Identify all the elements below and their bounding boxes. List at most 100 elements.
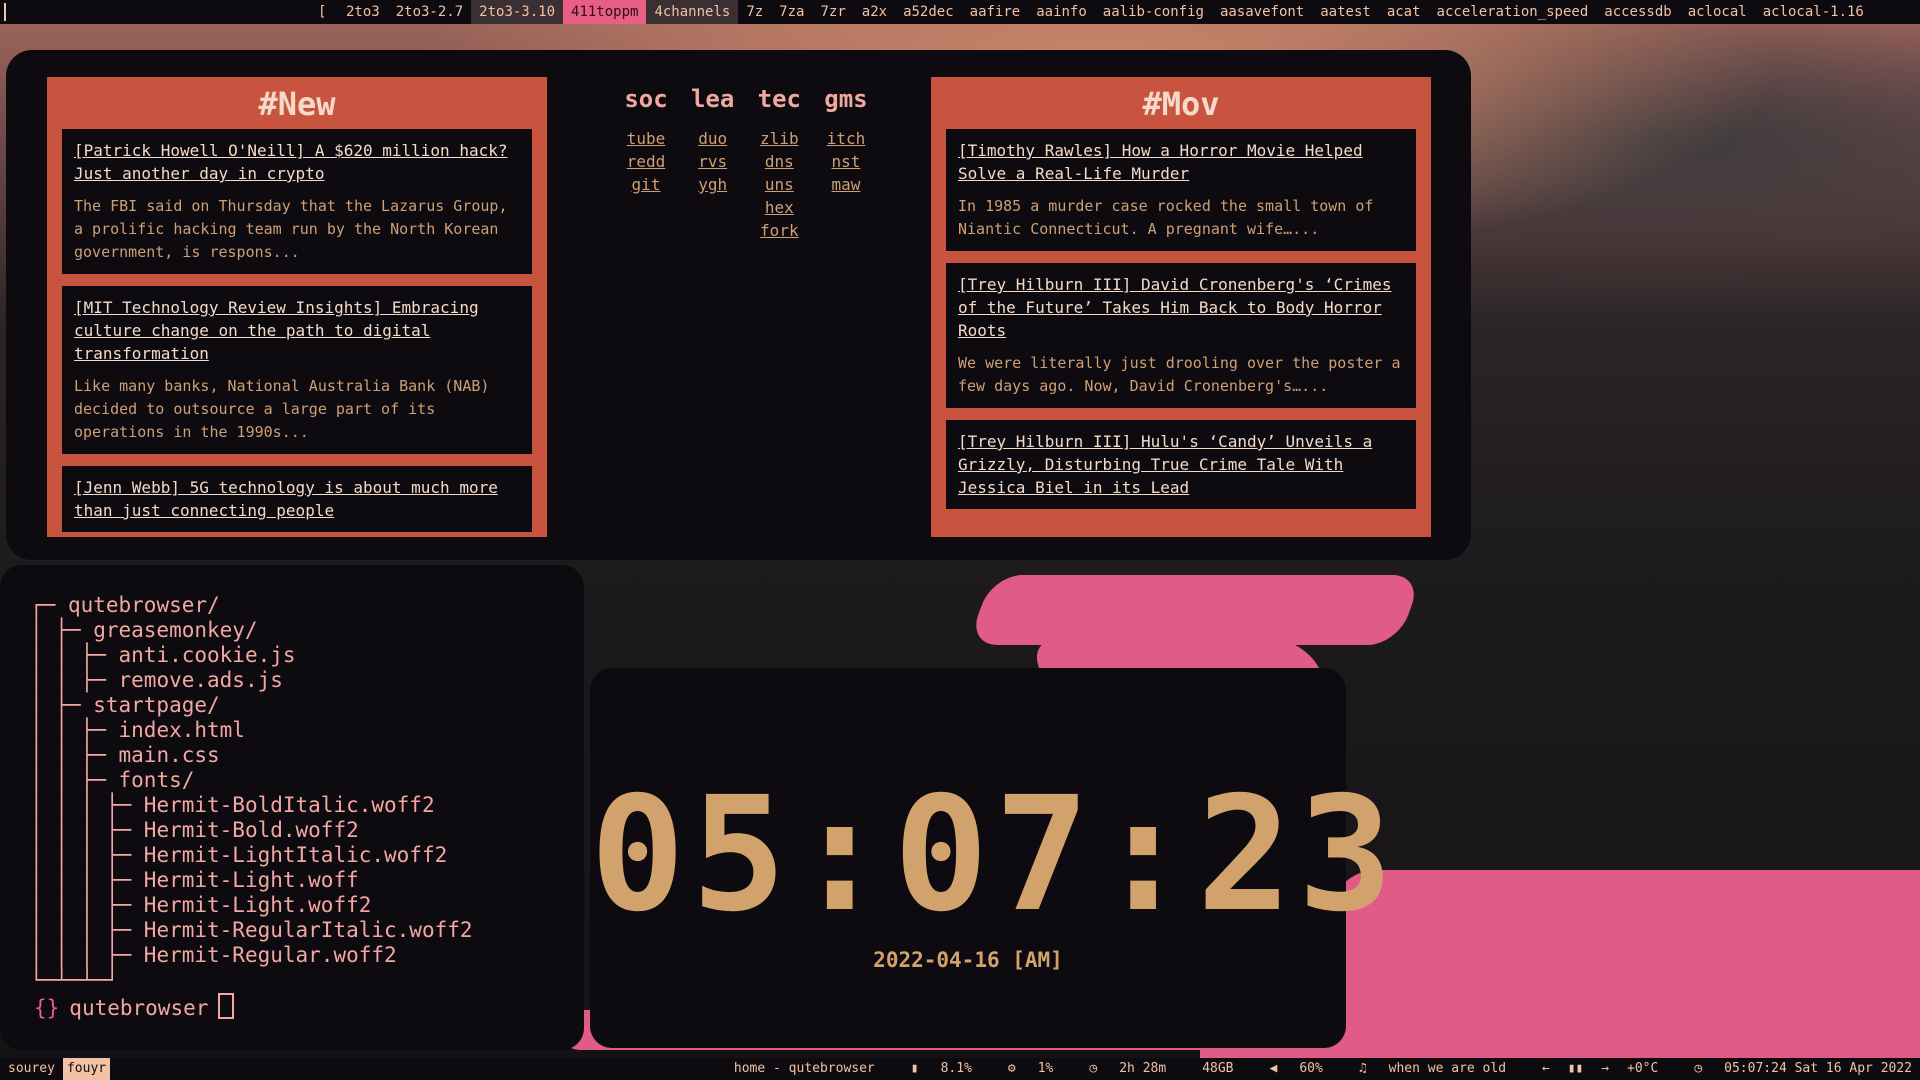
tree-entry: │ │ ├─ main.css	[30, 743, 473, 768]
wallpaper-river	[967, 575, 1423, 645]
link-itch[interactable]: itch	[827, 127, 866, 150]
tag-aatest[interactable]: aatest	[1312, 0, 1379, 24]
next-icon[interactable]: →	[1601, 1061, 1609, 1076]
link-zlib[interactable]: zlib	[760, 127, 799, 150]
tag-a52dec[interactable]: a52dec	[895, 0, 962, 24]
tree-branch: │ │ ├─	[30, 643, 119, 667]
tree-entry: │ │ ├─ remove.ads.js	[30, 668, 473, 693]
tag-aclocal-1.16[interactable]: aclocal-1.16	[1755, 0, 1872, 24]
news-card: [MIT Technology Review Insights] Embraci…	[62, 286, 532, 454]
memory-module[interactable]: ⚙ 1%	[990, 1058, 1053, 1080]
column-title: #New	[258, 85, 336, 123]
tree-entry: │ ├─ greasemonkey/	[30, 618, 473, 643]
tag-accessdb[interactable]: accessdb	[1596, 0, 1679, 24]
link-group-heading: soc	[624, 85, 668, 113]
music-module[interactable]: ♫ when we are old	[1341, 1058, 1506, 1080]
tag-acat[interactable]: acat	[1379, 0, 1429, 24]
news-card-description: In 1985 a murder case rocked the small t…	[958, 197, 1374, 238]
tree-entry: │ │ ├─ index.html	[30, 718, 473, 743]
window-title: home - qutebrowser	[733, 1061, 875, 1076]
cpu-module[interactable]: ▮ 8.1%	[893, 1058, 972, 1080]
news-column-new: #New [Patrick Howell O'Neill] A $620 mil…	[47, 77, 547, 537]
terminal-window[interactable]: ┌─ qutebrowser/│ ├─ greasemonkey/│ │ ├─ …	[0, 565, 584, 1050]
tag-aainfo[interactable]: aainfo	[1028, 0, 1095, 24]
link-ygh[interactable]: ygh	[698, 173, 727, 196]
news-card: [Trey Hilburn III] David Cronenberg's ‘C…	[946, 263, 1416, 408]
column-title: #Mov	[1142, 85, 1220, 123]
memory-value: 1%	[1037, 1061, 1054, 1076]
link-git[interactable]: git	[632, 173, 661, 196]
link-uns[interactable]: uns	[765, 173, 794, 196]
link-hex[interactable]: hex	[765, 196, 794, 219]
uptime-value: 2h 28m	[1119, 1061, 1167, 1076]
link-rvs[interactable]: rvs	[698, 150, 727, 173]
tree-entry-name: fonts/	[118, 768, 195, 792]
volume-value: 60%	[1299, 1061, 1323, 1076]
volume-module[interactable]: ◀ 60%	[1252, 1058, 1323, 1080]
link-dns[interactable]: dns	[765, 150, 794, 173]
news-column-mov: #Mov [Timothy Rawles] How a Horror Movie…	[931, 77, 1431, 537]
link-maw[interactable]: maw	[832, 173, 861, 196]
disk-module[interactable]: 48GB	[1184, 1058, 1233, 1080]
clock-time: 05:07:23	[590, 763, 1399, 947]
tag-bracket: [	[318, 4, 327, 20]
status-modules: home - qutebrowser ▮ 8.1% ⚙ 1% ◷ 2h 28m 48G…	[716, 1058, 1912, 1080]
uptime-module[interactable]: ◷ 2h 28m	[1071, 1058, 1166, 1080]
clock-icon: ◷	[1089, 1061, 1098, 1076]
link-group-gms: gms itch nst maw	[816, 85, 876, 242]
tag-aclocal[interactable]: aclocal	[1680, 0, 1755, 24]
tag-7za[interactable]: 7za	[771, 0, 812, 24]
news-card-description: The FBI said on Thursday that the Lazaru…	[74, 197, 508, 261]
shell-prompt[interactable]: {} qutebrowser	[34, 993, 235, 1020]
news-card-title-link[interactable]: [Trey Hilburn III] Hulu's ‘Candy’ Unveil…	[958, 430, 1404, 499]
tree-entry: └─┴─┴─┘	[30, 968, 473, 993]
date-module[interactable]: ◷ 05:07:24 Sat 16 Apr 2022	[1676, 1058, 1912, 1080]
link-fork[interactable]: fork	[760, 219, 799, 242]
tree-branch: │ │ │ ├─	[30, 793, 144, 817]
tag-411toppm[interactable]: 411toppm	[563, 0, 647, 24]
news-card: [Timothy Rawles] How a Horror Movie Help…	[946, 129, 1416, 251]
prompt-brace: {}	[34, 996, 60, 1020]
tree-entry-name: Hermit-Light.woff	[143, 868, 359, 892]
link-duo[interactable]: duo	[698, 127, 727, 150]
tree-branch: │ │ │ ├─	[30, 918, 144, 942]
news-card-title-link[interactable]: [Timothy Rawles] How a Horror Movie Help…	[958, 139, 1404, 185]
workspace-list: sourey fouyr	[4, 1058, 111, 1080]
tree-entry: │ │ │ ├─ Hermit-Regular.woff2	[30, 943, 473, 968]
tree-branch: ┌─	[30, 593, 68, 617]
bottom-bar: sourey fouyr home - qutebrowser ▮ 8.1% ⚙ 1%…	[0, 1058, 1920, 1080]
tag-a2x[interactable]: a2x	[854, 0, 895, 24]
tag-7z[interactable]: 7z	[738, 0, 771, 24]
tree-branch: │ │ ├─	[30, 743, 119, 767]
tree-branch: └─┴─┴─┘	[30, 968, 119, 992]
link-tube[interactable]: tube	[627, 127, 666, 150]
tag-acceleration_speed[interactable]: acceleration_speed	[1429, 0, 1597, 24]
tree-branch: │ │ ├─	[30, 768, 119, 792]
workspace-fouyr[interactable]: fouyr	[62, 1058, 111, 1080]
tree-entry-name: remove.ads.js	[118, 668, 283, 692]
quick-links: soc tube redd git lea duo rvs ygh tec zlib dns uns h…	[616, 85, 876, 242]
tag-2to3-3.10[interactable]: 2to3-3.10	[471, 0, 564, 24]
link-redd[interactable]: redd	[627, 150, 666, 173]
tag-4channels[interactable]: 4channels	[646, 0, 739, 24]
tag-7zr[interactable]: 7zr	[812, 0, 853, 24]
tag-aalib-config[interactable]: aalib-config	[1095, 0, 1212, 24]
link-nst[interactable]: nst	[832, 150, 861, 173]
news-card-title-link[interactable]: [Jenn Webb] 5G technology is about much …	[74, 476, 520, 522]
tag-2to3[interactable]: 2to3	[338, 0, 388, 24]
date-value: 05:07:24 Sat 16 Apr 2022	[1724, 1061, 1912, 1076]
workspace-sourey[interactable]: sourey	[4, 1058, 59, 1080]
tree-branch: │ │ │ ├─	[30, 843, 144, 867]
news-card-title-link[interactable]: [Trey Hilburn III] David Cronenberg's ‘C…	[958, 273, 1404, 342]
pause-icon[interactable]: ▮▮	[1568, 1061, 1584, 1076]
cpu-value: 8.1%	[940, 1061, 972, 1076]
news-card-title-link[interactable]: [Patrick Howell O'Neill] A $620 million …	[74, 139, 520, 185]
tag-aafire[interactable]: aafire	[962, 0, 1029, 24]
tree-entry: │ ├─ startpage/	[30, 693, 473, 718]
previous-icon[interactable]: ←	[1542, 1061, 1550, 1076]
tag-2to3-2.7[interactable]: 2to3-2.7	[388, 0, 471, 24]
tree-entry-name: main.css	[118, 743, 220, 767]
tag-aasavefont[interactable]: aasavefont	[1212, 0, 1312, 24]
temperature-value: +0°C	[1627, 1061, 1659, 1076]
news-card-title-link[interactable]: [MIT Technology Review Insights] Embraci…	[74, 296, 520, 365]
